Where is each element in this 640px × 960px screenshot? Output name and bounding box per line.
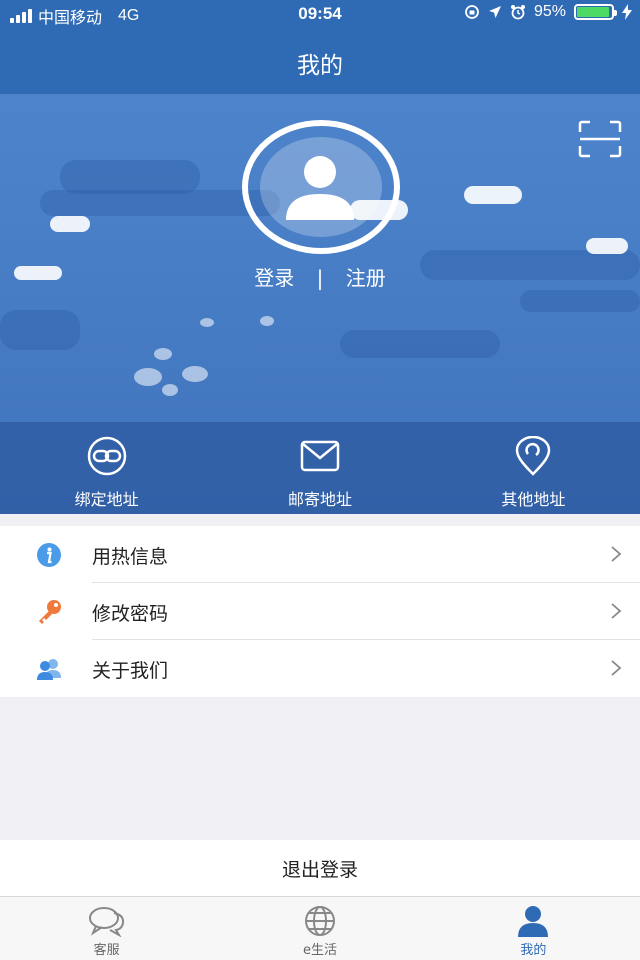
decor-bubble <box>154 348 172 360</box>
mail-icon <box>300 440 340 472</box>
address-bar: 绑定地址 邮寄地址 其他地址 <box>0 422 640 514</box>
scan-icon[interactable] <box>578 120 622 158</box>
person-icon <box>518 906 549 937</box>
page-title: 我的 <box>297 53 343 79</box>
alarm-icon <box>510 5 525 20</box>
decor-cloud <box>50 216 90 232</box>
settings-menu: 用热信息 修改密码 关于我们 <box>0 526 640 697</box>
link-icon <box>87 436 126 476</box>
chat-icon <box>88 907 124 937</box>
chevron-right-icon <box>611 603 622 619</box>
other-address-label: 其他地址 <box>501 490 566 509</box>
location-pin-icon <box>516 436 551 476</box>
globe-icon <box>304 906 335 936</box>
menu-label: 关于我们 <box>92 660 169 682</box>
decor-bubble <box>162 384 178 396</box>
decor-cloud <box>586 238 628 254</box>
tab-mine[interactable]: 我的 <box>427 897 640 960</box>
tab-label: 我的 <box>520 943 547 958</box>
bind-address-button[interactable]: 绑定地址 <box>0 422 213 514</box>
decor-cloud <box>340 330 500 358</box>
mail-address-label: 邮寄地址 <box>287 490 352 509</box>
navigation-bar: 中国移动 4G 09:54 95% 我的 <box>0 0 640 94</box>
chevron-right-icon <box>611 660 622 676</box>
battery-level <box>577 7 610 17</box>
orientation-lock-icon <box>465 5 479 19</box>
avatar-person-icon <box>286 156 354 220</box>
other-address-button[interactable]: 其他地址 <box>427 422 640 514</box>
menu-item-change-password[interactable]: 修改密码 <box>0 583 640 640</box>
info-icon <box>37 543 61 567</box>
logout-button[interactable]: 退出登录 <box>0 840 640 896</box>
location-arrow-icon <box>488 6 501 18</box>
decor-bubble <box>200 318 214 327</box>
status-bar: 中国移动 4G 09:54 95% <box>0 0 640 28</box>
login-separator: | <box>316 266 324 290</box>
decor-bubble <box>182 366 208 382</box>
login-link[interactable]: 登录 <box>254 262 294 291</box>
register-link[interactable]: 注册 <box>346 262 386 291</box>
menu-item-about-us[interactable]: 关于我们 <box>0 640 640 697</box>
menu-label: 修改密码 <box>92 603 169 625</box>
decor-cloud <box>520 290 640 312</box>
status-right: 95% <box>464 3 632 21</box>
chevron-right-icon <box>611 546 622 562</box>
tab-bar: 客服 e生活 我的 <box>0 896 640 960</box>
tab-customer-service[interactable]: 客服 <box>0 897 213 960</box>
profile-header-background: 中国移动 4G 09:54 95% 我的 登录 | 注册 绑定地址 邮寄地址 其… <box>0 0 640 514</box>
decor-bubble <box>260 316 274 326</box>
charging-bolt-icon <box>622 4 632 20</box>
key-icon <box>39 600 61 624</box>
tab-e-life[interactable]: e生活 <box>213 897 426 960</box>
decor-cloud <box>464 186 522 204</box>
bind-address-label: 绑定地址 <box>74 490 139 509</box>
battery-percent: 95% <box>533 3 566 20</box>
decor-cloud <box>60 160 200 194</box>
decor-cloud <box>0 310 80 350</box>
menu-item-heat-info[interactable]: 用热信息 <box>0 526 640 583</box>
battery-icon <box>574 4 617 20</box>
menu-label: 用热信息 <box>92 546 169 568</box>
tab-label: e生活 <box>302 943 337 958</box>
decor-bubble <box>134 368 162 386</box>
login-register-row: 登录 | 注册 <box>0 262 640 291</box>
users-icon <box>37 659 61 680</box>
mail-address-button[interactable]: 邮寄地址 <box>213 422 426 514</box>
tab-label: 客服 <box>93 943 120 958</box>
